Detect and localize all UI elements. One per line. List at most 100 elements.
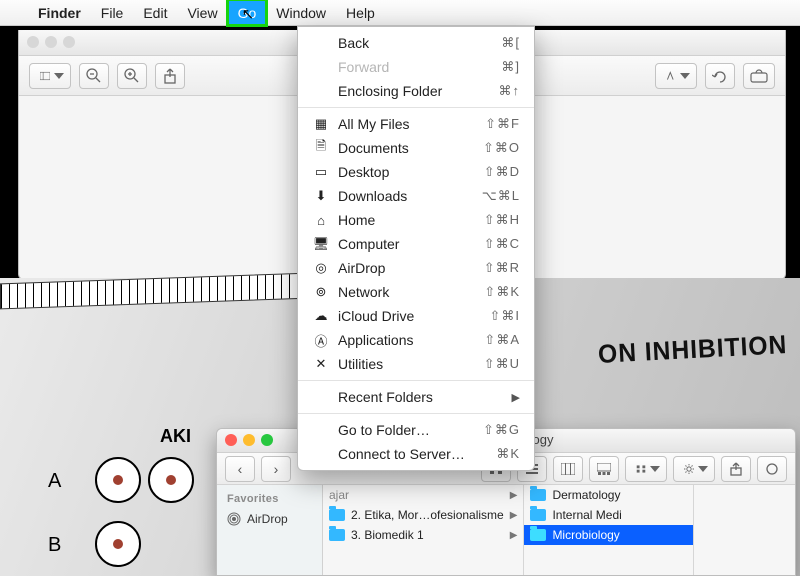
- menu-item-network[interactable]: ⊚ Network ⇧⌘K: [298, 280, 534, 304]
- menu-item-shortcut: ⇧⌘D: [484, 164, 520, 180]
- action-button[interactable]: [673, 456, 715, 482]
- menu-go[interactable]: Go ↖: [228, 0, 267, 25]
- sidebar-toggle-button[interactable]: [29, 63, 71, 89]
- menu-separator: [298, 413, 534, 414]
- share-button[interactable]: [721, 456, 751, 482]
- menu-item-label: Back: [338, 35, 369, 51]
- menu-item-all-my-files[interactable]: ▦All My Files⇧⌘F: [298, 112, 534, 136]
- menu-item-shortcut: ⇧⌘R: [484, 260, 520, 276]
- menu-item-enclosing-folder[interactable]: Enclosing Folder ⌘↑: [298, 79, 534, 103]
- list-item-label: Microbiology: [552, 528, 619, 542]
- share-button[interactable]: [155, 63, 185, 89]
- network-icon: ⊚: [312, 284, 330, 300]
- menu-edit[interactable]: Edit: [133, 0, 177, 25]
- folder-icon: [530, 489, 546, 501]
- desktop-icon: ▭: [312, 164, 330, 180]
- menu-help[interactable]: Help: [336, 0, 385, 25]
- list-item-selected[interactable]: Microbiology: [524, 525, 693, 545]
- finder-columns: ajar▶ 2. Etika, Mor…ofesionalisme▶ 3. Bi…: [323, 485, 795, 575]
- document-icon: 🗎: [312, 137, 330, 159]
- markup-button[interactable]: [743, 63, 775, 89]
- sidebar-item-airdrop[interactable]: AirDrop: [217, 509, 322, 529]
- folder-icon: [329, 509, 345, 521]
- menu-item-computer[interactable]: 🖥Computer⇧⌘C: [298, 232, 534, 256]
- menu-item-shortcut: ⇧⌘K: [484, 284, 520, 300]
- menu-item-shortcut: ⇧⌘I: [489, 308, 520, 324]
- menu-separator: [298, 380, 534, 381]
- list-item[interactable]: Dermatology: [524, 485, 693, 505]
- petri-dish-icon: [148, 457, 194, 503]
- tags-button[interactable]: [757, 456, 787, 482]
- menu-item-label: Network: [338, 284, 389, 300]
- list-item-label: Internal Medi: [552, 508, 621, 522]
- menu-item-back[interactable]: Back⌘[: [298, 31, 534, 55]
- ruler-graphic: [0, 273, 310, 310]
- menu-item-label: Home: [338, 212, 375, 228]
- menu-file[interactable]: File: [91, 0, 134, 25]
- zoom-in-button[interactable]: [117, 63, 147, 89]
- computer-icon: 🖥: [312, 236, 330, 252]
- folder-icon: [329, 529, 345, 541]
- menu-item-shortcut: ⇧⌘A: [484, 332, 520, 348]
- highlight-button[interactable]: [655, 63, 697, 89]
- menu-item-shortcut: ⌘K: [496, 446, 520, 462]
- airdrop-icon: ◎: [312, 260, 330, 276]
- menu-item-shortcut: ⇧⌘H: [484, 212, 520, 228]
- menu-window[interactable]: Window: [266, 0, 336, 25]
- menu-item-documents[interactable]: 🗎 Documents ⇧⌘O: [298, 136, 534, 160]
- menu-item-label: Desktop: [338, 164, 389, 180]
- menu-item-airdrop[interactable]: ◎ AirDrop ⇧⌘R: [298, 256, 534, 280]
- menu-app-name[interactable]: Finder: [28, 0, 91, 25]
- menu-item-recent-folders[interactable]: Recent Folders▶: [298, 385, 534, 409]
- menu-item-label: Enclosing Folder: [338, 83, 442, 99]
- menu-item-connect-to-server[interactable]: Connect to Server… ⌘K: [298, 442, 534, 466]
- grid-icon: ▦: [312, 116, 330, 132]
- menu-item-shortcut: ⇧⌘U: [484, 356, 520, 372]
- menu-item-label: Applications: [338, 332, 414, 348]
- download-icon: ⬇: [312, 188, 330, 204]
- menu-item-downloads[interactable]: ⬇Downloads⌥⌘L: [298, 184, 534, 208]
- rotate-button[interactable]: [705, 63, 735, 89]
- menu-item-label: Documents: [338, 140, 409, 156]
- traffic-dot-icon[interactable]: [27, 36, 39, 48]
- dd-section-locations: ▦All My Files⇧⌘F 🗎 Documents ⇧⌘O ▭ Desktop ⇧…: [298, 112, 534, 376]
- menu-item-label: Connect to Server…: [338, 446, 465, 462]
- list-item[interactable]: Internal Medi: [524, 505, 693, 525]
- folder-icon: [530, 529, 546, 541]
- menu-item-icloud[interactable]: ☁ iCloud Drive ⇧⌘I: [298, 304, 534, 328]
- menu-item-desktop[interactable]: ▭ Desktop ⇧⌘D: [298, 160, 534, 184]
- zoom-out-button[interactable]: [79, 63, 109, 89]
- menu-item-label: Recent Folders: [338, 389, 433, 405]
- list-item-label: Dermatology: [552, 488, 620, 502]
- arrange-button[interactable]: [625, 456, 667, 482]
- back-button[interactable]: ‹: [225, 456, 255, 482]
- traffic-dot-icon[interactable]: [45, 36, 57, 48]
- view-columns-button[interactable]: [553, 456, 583, 482]
- menu-item-go-to-folder[interactable]: Go to Folder…⇧⌘G: [298, 418, 534, 442]
- list-item[interactable]: 3. Biomedik 1▶: [323, 525, 523, 545]
- photo-label-a: A: [48, 470, 61, 493]
- menu-item-applications[interactable]: ⒶApplications⇧⌘A: [298, 328, 534, 352]
- list-item[interactable]: 2. Etika, Mor…ofesionalisme▶: [323, 505, 523, 525]
- list-item[interactable]: ajar▶: [323, 485, 523, 505]
- folder-icon: [530, 509, 546, 521]
- finder-column-1: ajar▶ 2. Etika, Mor…ofesionalisme▶ 3. Bi…: [323, 485, 524, 575]
- menu-item-label: AirDrop: [338, 260, 385, 276]
- menu-item-shortcut: ⌘↑: [499, 83, 521, 99]
- preview-traffic-lights[interactable]: [27, 36, 75, 48]
- sidebar-item-label: AirDrop: [247, 512, 288, 526]
- menu-view[interactable]: View: [177, 0, 227, 25]
- menu-item-home[interactable]: ⌂Home⇧⌘H: [298, 208, 534, 232]
- forward-button[interactable]: ›: [261, 456, 291, 482]
- view-gallery-button[interactable]: [589, 456, 619, 482]
- menu-item-label: iCloud Drive: [338, 308, 414, 324]
- traffic-dot-icon[interactable]: [63, 36, 75, 48]
- menu-item-shortcut: ⇧⌘O: [483, 140, 520, 156]
- menu-item-shortcut: ⌘]: [501, 59, 520, 75]
- menu-item-label: Downloads: [338, 188, 407, 204]
- list-item-label: ajar: [329, 488, 349, 502]
- list-item-label: 3. Biomedik 1: [351, 528, 424, 542]
- sidebar-header: Favorites: [217, 491, 322, 509]
- menu-item-utilities[interactable]: ✕Utilities⇧⌘U: [298, 352, 534, 376]
- cloud-icon: ☁: [312, 308, 330, 324]
